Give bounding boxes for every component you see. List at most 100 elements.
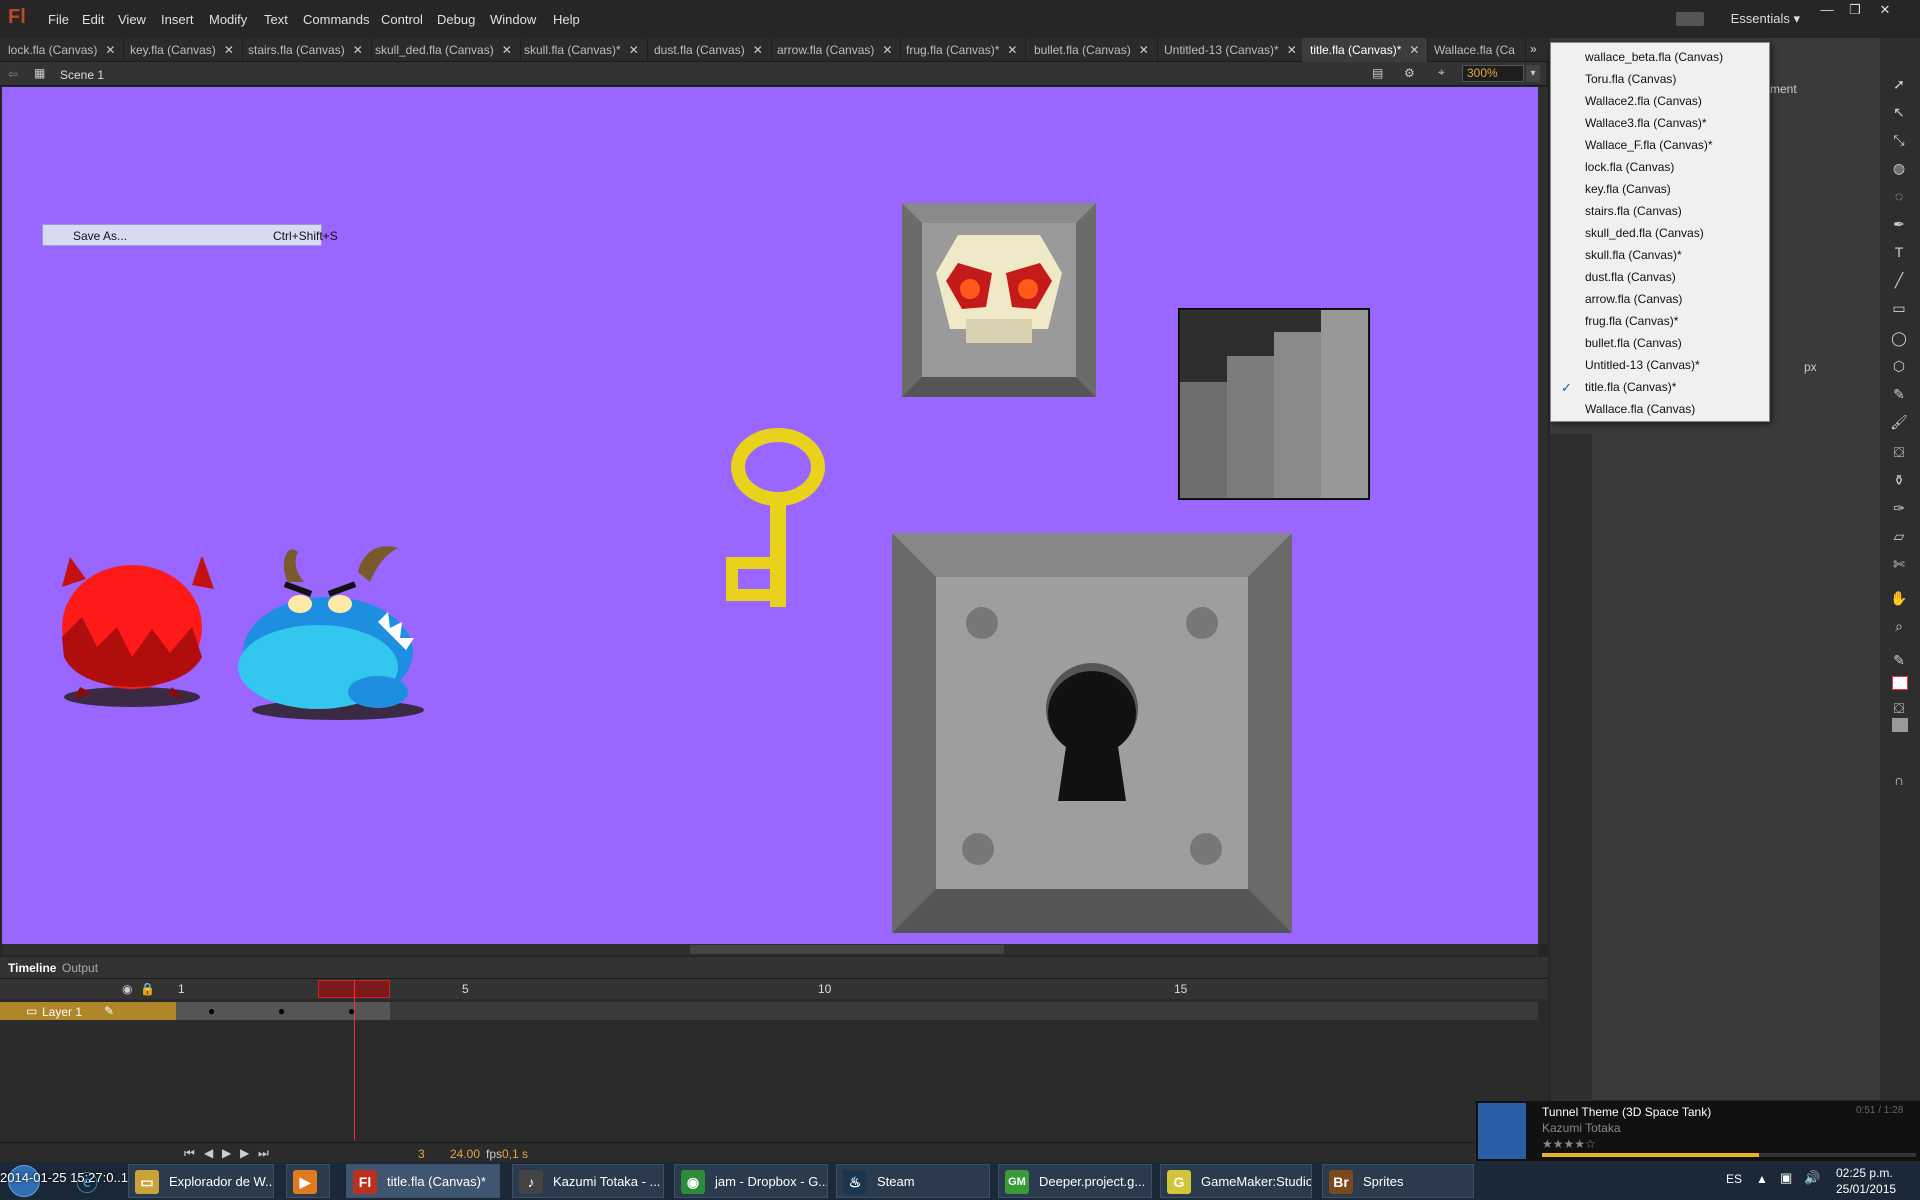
taskbar-steam[interactable]: ♨ Steam <box>836 1164 990 1198</box>
tab-close-icon[interactable]: ✕ <box>1139 43 1149 57</box>
menu-item-doc[interactable]: Wallace2.fla (Canvas) <box>1551 89 1769 111</box>
step-back-icon[interactable]: ◀ <box>204 1146 213 1160</box>
subselection-tool-icon[interactable]: ↖ <box>1886 104 1912 126</box>
lock-icon[interactable]: 🔒 <box>140 982 155 996</box>
menu-item-doc[interactable]: Wallace3.fla (Canvas)* <box>1551 111 1769 133</box>
stairs-sprite[interactable] <box>1178 308 1370 500</box>
text-tool-icon[interactable]: T <box>1886 244 1912 266</box>
tab-close-icon[interactable]: ✕ <box>753 43 763 57</box>
tab-bullet[interactable]: bullet.fla (Canvas) ✕ <box>1026 38 1158 62</box>
menu-debug[interactable]: Debug <box>437 12 475 27</box>
taskbar-gamemaker[interactable]: G GameMaker:Studio <box>1160 1164 1312 1198</box>
snap-magnet-icon[interactable]: ∩ <box>1886 772 1912 794</box>
bone-tool-icon[interactable]: ✄ <box>1886 556 1912 578</box>
keyframe-dot[interactable]: ● <box>278 1004 285 1018</box>
workspace-switcher[interactable]: Essentials ▾ <box>1731 11 1800 27</box>
tab-stairs[interactable]: stairs.fla (Canvas) ✕ <box>240 38 372 62</box>
scroll-thumb[interactable] <box>690 945 1004 954</box>
close-icon[interactable]: ✕ <box>1874 2 1896 18</box>
tab-untitled-13[interactable]: Untitled-13 (Canvas)* ✕ <box>1156 38 1306 62</box>
tab-dust[interactable]: dust.fla (Canvas) ✕ <box>646 38 772 62</box>
play-icon[interactable]: ▶ <box>222 1146 231 1160</box>
menu-item-doc[interactable]: dust.fla (Canvas) <box>1551 265 1769 287</box>
clock-time[interactable]: 02:25 p.m. <box>1836 1166 1893 1180</box>
rectangle-tool-icon[interactable]: ▭ <box>1886 300 1912 322</box>
tab-output[interactable]: Output <box>62 961 98 975</box>
ink-bottle-icon[interactable]: ⚱ <box>1886 472 1912 494</box>
tab-close-icon[interactable]: ✕ <box>224 43 234 57</box>
tab-close-icon[interactable]: ✕ <box>882 43 892 57</box>
playhead[interactable] <box>354 980 355 1140</box>
menu-edit[interactable]: Edit <box>82 12 104 27</box>
back-arrow-icon[interactable]: ⇦ <box>8 67 18 81</box>
menu-commands[interactable]: Commands <box>303 12 369 27</box>
now-playing-widget[interactable]: Tunnel Theme (3D Space Tank) Kazumi Tota… <box>1476 1101 1920 1161</box>
first-frame-icon[interactable]: ⏮ <box>184 1146 195 1161</box>
menu-modify[interactable]: Modify <box>209 12 247 27</box>
menu-item-doc[interactable]: Wallace_F.fla (Canvas)* <box>1551 133 1769 155</box>
lasso-icon[interactable]: ◌ <box>1886 188 1912 210</box>
zoom-dropdown-icon[interactable]: ▾ <box>1526 65 1540 82</box>
tab-close-icon[interactable]: ✕ <box>1287 43 1297 57</box>
center-stage-icon[interactable]: ⌖ <box>1438 65 1445 80</box>
tab-close-icon[interactable]: ✕ <box>105 43 115 57</box>
taskbar-chrome[interactable]: ◉ jam - Dropbox - G... <box>674 1164 828 1198</box>
menu-item-doc[interactable]: Wallace.fla (Canvas) <box>1551 397 1769 419</box>
oval-tool-icon[interactable]: ◯ <box>1886 330 1912 352</box>
menu-item-doc[interactable]: bullet.fla (Canvas) <box>1551 331 1769 353</box>
hand-tool-icon[interactable]: ✋ <box>1886 590 1912 612</box>
zoom-tool-icon[interactable]: ⌕ <box>1886 618 1912 640</box>
stroke-color-icon[interactable]: ✎ <box>1886 652 1912 674</box>
red-devil-sprite[interactable] <box>42 557 222 717</box>
eraser-icon[interactable]: ▱ <box>1886 528 1912 550</box>
taskbar-bridge[interactable]: Br Sprites <box>1322 1164 1474 1198</box>
clock-date[interactable]: 25/01/2015 <box>1836 1182 1896 1196</box>
pen-tool-icon[interactable]: ✒ <box>1886 216 1912 238</box>
key-sprite[interactable] <box>722 427 832 617</box>
minimize-icon[interactable]: — <box>1816 2 1838 18</box>
edit-scene-icon[interactable]: ▤ <box>1372 66 1383 80</box>
tab-frug[interactable]: frug.fla (Canvas)* ✕ <box>898 38 1027 62</box>
volume-icon[interactable]: 🔊 <box>1804 1170 1820 1186</box>
tab-close-icon[interactable]: ✕ <box>353 43 363 57</box>
polystar-tool-icon[interactable]: ⬡ <box>1886 358 1912 380</box>
paint-bucket-icon[interactable]: ⛋ <box>1886 444 1912 466</box>
save-as-menu-item[interactable]: Save As... Ctrl+Shift+S <box>42 224 338 246</box>
menu-insert[interactable]: Insert <box>161 12 194 27</box>
menu-item-doc[interactable]: skull_ded.fla (Canvas) <box>1551 221 1769 243</box>
menu-file[interactable]: File <box>48 12 69 27</box>
keyframe-dot[interactable]: ● <box>208 1004 215 1018</box>
tab-timeline[interactable]: Timeline <box>8 961 56 975</box>
lock-block-sprite[interactable] <box>892 533 1292 933</box>
sync-settings-icon[interactable] <box>1676 12 1704 26</box>
tab-close-icon[interactable]: ✕ <box>1007 43 1017 57</box>
blue-frog-sprite[interactable] <box>238 542 438 722</box>
tab-wallace[interactable]: Wallace.fla (Ca <box>1426 38 1526 62</box>
skull-block-sprite[interactable] <box>902 203 1096 397</box>
taskbar-media-player[interactable]: ▶ <box>286 1164 330 1198</box>
menu-item-doc[interactable]: arrow.fla (Canvas) <box>1551 287 1769 309</box>
3d-rotation-icon[interactable]: ◍ <box>1886 160 1912 182</box>
rating-stars[interactable]: ★★★★☆ <box>1542 1137 1596 1151</box>
menu-item-doc[interactable]: skull.fla (Canvas)* <box>1551 243 1769 265</box>
restore-icon[interactable]: ❐ <box>1844 2 1866 18</box>
track-progress[interactable] <box>1542 1153 1916 1157</box>
taskbar-gamemaker-project[interactable]: GM Deeper.project.g... <box>998 1164 1152 1198</box>
fill-swatch[interactable] <box>1892 718 1908 732</box>
brush-tool-icon[interactable]: 🖌 <box>1886 414 1912 436</box>
pencil-icon[interactable]: ✎ <box>104 1004 114 1018</box>
eye-icon[interactable]: ◉ <box>122 982 132 996</box>
menu-control[interactable]: Control <box>381 12 423 27</box>
menu-item-doc[interactable]: lock.fla (Canvas) <box>1551 155 1769 177</box>
tab-skull[interactable]: skull.fla (Canvas)* ✕ <box>516 38 648 62</box>
stage-vertical-scrollbar[interactable] <box>1538 87 1548 944</box>
fps-readout[interactable]: 24.00 <box>450 1147 480 1161</box>
menu-item-doc[interactable]: stairs.fla (Canvas) <box>1551 199 1769 221</box>
menu-item-doc[interactable]: frug.fla (Canvas)* <box>1551 309 1769 331</box>
tab-key[interactable]: key.fla (Canvas) ✕ <box>122 38 243 62</box>
edit-symbols-icon[interactable]: ⚙ <box>1404 66 1415 80</box>
tray-expand-icon[interactable]: ▲ <box>1756 1172 1768 1186</box>
last-frame-icon[interactable]: ⏭ <box>258 1146 269 1161</box>
taskbar-explorer[interactable]: ▭ Explorador de W... <box>128 1164 274 1198</box>
current-frame-readout[interactable]: 3 <box>418 1147 425 1161</box>
